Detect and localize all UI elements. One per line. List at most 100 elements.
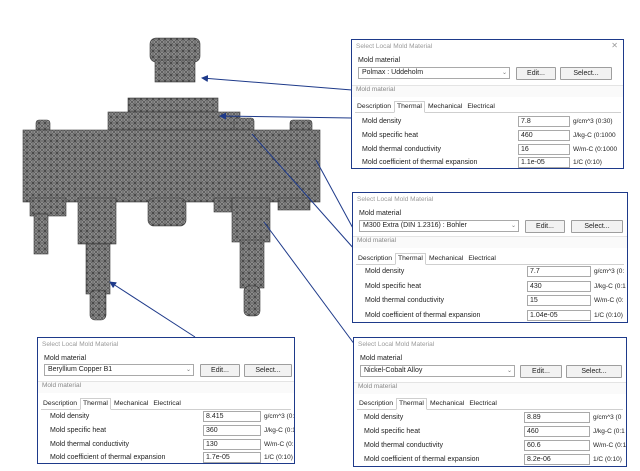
dialog-title: Select Local Mold Material <box>42 341 119 348</box>
property-value-input[interactable]: 1.04e-05 <box>527 310 591 321</box>
tab-electrical[interactable]: Electrical <box>467 399 499 409</box>
property-unit: J/kg-C (0:1 <box>594 283 626 290</box>
property-unit: W/m-C (0: <box>594 297 624 304</box>
property-unit: 1/C (0:10) <box>594 312 623 319</box>
material-select-value: Nickel-Cobalt Alloy <box>364 367 423 374</box>
material-dialog-middle: Select Local Mold Material Mold material… <box>352 192 628 323</box>
property-name: Mold thermal conductivity <box>362 146 441 153</box>
property-name: Mold density <box>362 118 402 125</box>
property-unit: J/kg-C (0:1 <box>264 427 294 434</box>
property-name: Mold specific heat <box>365 283 422 290</box>
material-select[interactable]: Nickel-Cobalt Alloy ⌄ <box>360 365 515 377</box>
tab-thermal[interactable]: Thermal <box>395 253 426 265</box>
property-unit: W/m-C (0:1000 <box>573 146 618 153</box>
mold-material-label: Mold material <box>44 355 87 362</box>
property-value-input[interactable]: 7.7 <box>527 266 591 277</box>
tab-description[interactable]: Description <box>355 102 393 112</box>
property-value-input[interactable]: 16 <box>518 144 570 155</box>
property-value-input[interactable]: 7.8 <box>518 116 570 127</box>
property-tabs: Description Thermal Mechanical Electrical <box>356 253 624 265</box>
property-value-input[interactable]: 15 <box>527 295 591 306</box>
mold-material-label: Mold material <box>360 355 403 362</box>
section-label: Mold material <box>353 236 627 248</box>
select-button[interactable]: Select... <box>244 364 292 377</box>
property-unit: g/cm^3 (0 <box>593 414 622 421</box>
property-value-input[interactable]: 460 <box>524 426 590 437</box>
tab-thermal[interactable]: Thermal <box>394 101 425 113</box>
property-value-input[interactable]: 430 <box>527 281 591 292</box>
property-name: Mold coefficient of thermal expansion <box>50 454 166 461</box>
property-unit: 1/C (0:10) <box>593 456 622 463</box>
property-name: Mold specific heat <box>362 132 419 139</box>
mold-material-label: Mold material <box>358 57 401 64</box>
property-unit: g/cm^3 (0: <box>264 413 294 420</box>
dialog-title: Select Local Mold Material <box>358 341 435 348</box>
property-tabs: Description Thermal Mechanical Electrical <box>357 398 623 410</box>
property-value-input[interactable]: 130 <box>203 439 261 450</box>
material-select[interactable]: M300 Extra (DIN 1.2316) : Bohler ⌄ <box>359 220 519 232</box>
tab-electrical[interactable]: Electrical <box>466 254 498 264</box>
property-name: Mold thermal conductivity <box>364 442 443 449</box>
property-name: Mold coefficient of thermal expansion <box>364 456 480 463</box>
property-value-input[interactable]: 1.7e-05 <box>203 452 261 463</box>
property-value-input[interactable]: 8.2e-06 <box>524 454 590 465</box>
edit-button[interactable]: Edit... <box>516 67 556 80</box>
chevron-down-icon: ⌄ <box>506 368 512 374</box>
property-name: Mold density <box>365 268 405 275</box>
property-unit: 1/C (0:10) <box>573 159 602 166</box>
material-select[interactable]: Beryllium Copper B1 ⌄ <box>44 364 194 376</box>
material-select[interactable]: Polmax : Uddeholm ⌄ <box>358 67 510 79</box>
property-value-input[interactable]: 8.89 <box>524 412 590 423</box>
tab-electrical[interactable]: Electrical <box>151 399 183 409</box>
property-name: Mold coefficient of thermal expansion <box>365 312 481 319</box>
property-unit: 1/C (0:10) <box>264 454 293 461</box>
section-label: Mold material <box>354 382 626 394</box>
mold-material-label: Mold material <box>359 210 402 217</box>
edit-button[interactable]: Edit... <box>525 220 565 233</box>
mesh-part <box>22 37 321 321</box>
chevron-down-icon: ⌄ <box>185 367 191 373</box>
tab-mechanical[interactable]: Mechanical <box>426 102 464 112</box>
property-unit: W/m-C (0: <box>264 441 294 448</box>
tab-description[interactable]: Description <box>41 399 79 409</box>
property-value-input[interactable]: 8.415 <box>203 411 261 422</box>
material-dialog-bottom-right: Select Local Mold Material Mold material… <box>353 337 627 467</box>
property-value-input[interactable]: 60.6 <box>524 440 590 451</box>
tab-mechanical[interactable]: Mechanical <box>427 254 465 264</box>
tab-description[interactable]: Description <box>356 254 394 264</box>
property-value-input[interactable]: 460 <box>518 130 570 141</box>
tab-mechanical[interactable]: Mechanical <box>428 399 466 409</box>
material-select-value: Polmax : Uddeholm <box>362 69 424 76</box>
property-value-input[interactable]: 360 <box>203 425 261 436</box>
property-tabs: Description Thermal Mechanical Electrical <box>41 398 291 410</box>
tab-thermal[interactable]: Thermal <box>80 398 111 410</box>
property-unit: W/m-C (0:1 <box>593 442 626 449</box>
property-value-input[interactable]: 1.1e-05 <box>518 157 570 168</box>
property-unit: g/cm^3 (0: <box>594 268 625 275</box>
property-tabs: Description Thermal Mechanical Electrical <box>355 101 621 113</box>
property-name: Mold thermal conductivity <box>365 297 444 304</box>
edit-button[interactable]: Edit... <box>520 365 562 378</box>
select-button[interactable]: Select... <box>560 67 612 80</box>
section-label: Mold material <box>38 381 294 393</box>
material-dialog-bottom-left: Select Local Mold Material Mold material… <box>37 337 295 464</box>
material-select-value: M300 Extra (DIN 1.2316) : Bohler <box>363 222 467 229</box>
property-name: Mold density <box>364 414 404 421</box>
tab-thermal[interactable]: Thermal <box>396 398 427 410</box>
property-unit: J/kg-C (0:1000 <box>573 132 616 139</box>
close-icon[interactable]: ✕ <box>611 41 618 50</box>
material-select-value: Beryllium Copper B1 <box>48 366 113 373</box>
chevron-down-icon: ⌄ <box>510 223 516 229</box>
property-name: Mold specific heat <box>364 428 421 435</box>
select-button[interactable]: Select... <box>566 365 622 378</box>
property-unit: g/cm^3 (0:30) <box>573 118 613 125</box>
property-name: Mold specific heat <box>50 427 107 434</box>
tab-mechanical[interactable]: Mechanical <box>112 399 150 409</box>
tab-description[interactable]: Description <box>357 399 395 409</box>
edit-button[interactable]: Edit... <box>200 364 240 377</box>
select-button[interactable]: Select... <box>571 220 623 233</box>
dialog-title: Select Local Mold Material <box>357 196 434 203</box>
section-label: Mold material <box>352 85 623 97</box>
material-dialog-top: Select Local Mold Material ✕ Mold materi… <box>351 39 624 169</box>
tab-electrical[interactable]: Electrical <box>465 102 497 112</box>
